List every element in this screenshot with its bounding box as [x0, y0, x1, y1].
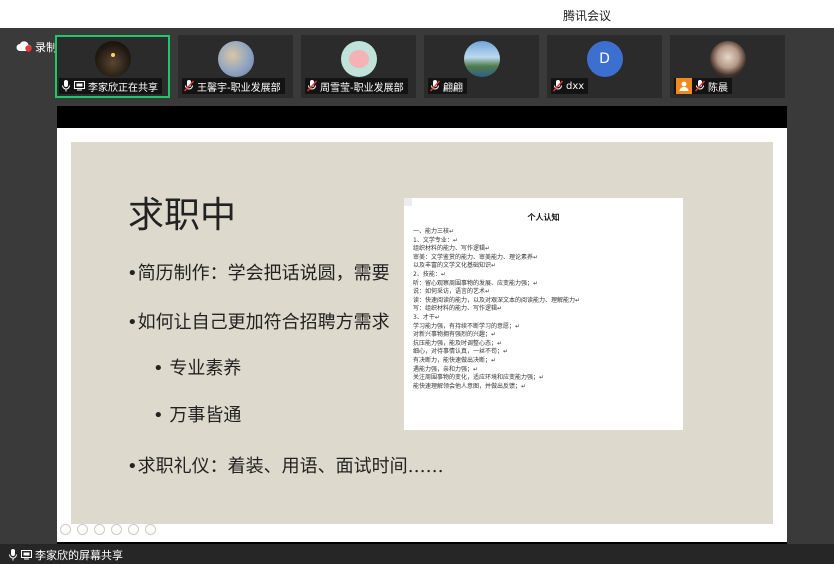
document-title: 个人认知 — [527, 213, 560, 222]
participant-nameplate: 李家欣正在共享 — [59, 78, 162, 94]
participant-tile-4[interactable]: 翩翩 — [424, 35, 539, 98]
document-line: 一、能力三核↵ — [413, 228, 455, 235]
document-corner — [404, 198, 412, 206]
avatar — [94, 41, 131, 77]
document-line: 组织材料的能力、写作逻辑↵ — [413, 245, 491, 253]
avatar — [217, 41, 254, 77]
mic-muted-icon — [695, 80, 705, 92]
participant-name: 李家欣正在共享 — [88, 82, 158, 94]
mic-muted-icon — [307, 80, 317, 92]
slideshow-controls — [60, 524, 156, 535]
document-line: 细心，对待事情认真，一丝不苟；↵ — [413, 348, 509, 356]
status-bar: 李家欣的屏幕共享 — [0, 544, 834, 564]
participant-tile-6[interactable]: 陈晨 — [670, 35, 785, 98]
document-line: 1、文学专业：↵ — [413, 236, 458, 244]
avatar-initial: D — [599, 51, 610, 67]
app-title: 腾讯会议 — [563, 9, 612, 23]
more-icon[interactable] — [145, 524, 156, 535]
next-slide-icon[interactable] — [77, 524, 88, 535]
participant-name: 陈晨 — [708, 82, 728, 94]
slide-bullet: •求职礼仪：着装、用语、面试时间…… — [127, 456, 444, 477]
mic-muted-icon — [430, 80, 440, 92]
screen-share-icon — [74, 81, 85, 91]
document-line: 以及丰富的文学文化基础知识↵ — [413, 262, 497, 270]
mic-muted-icon — [184, 80, 194, 92]
avatar: D — [586, 41, 623, 77]
participant-name: 王馨宇-职业发展部 — [197, 82, 281, 94]
avatar — [463, 41, 500, 77]
participant-nameplate: 周雪莹-职业发展部 — [305, 78, 408, 94]
participant-tile-5[interactable]: D dxx — [547, 35, 662, 98]
document-line: 关注周围事物的变化，适应环境和应变能力强；↵ — [413, 374, 545, 382]
participant-tile-1[interactable]: 李家欣正在共享 — [55, 35, 170, 98]
participant-nameplate: 陈晨 — [674, 78, 732, 94]
slides-icon[interactable] — [111, 524, 122, 535]
participant-nameplate: dxx — [551, 78, 589, 94]
document-line: 对新兴事物拥有强烈的兴趣；↵ — [413, 331, 497, 339]
document-line: 学习能力强，有持续不断学习的意愿；↵ — [413, 322, 521, 330]
document-line: 2、技能：↵ — [413, 270, 446, 278]
participant-name: 周雪莹-职业发展部 — [320, 82, 404, 94]
participant-name: dxx — [566, 80, 585, 92]
title-bar: 腾讯会议 — [0, 0, 834, 28]
mic-icon — [62, 80, 70, 92]
share-status-label: 李家欣的屏幕共享 — [35, 549, 123, 562]
user-icon — [676, 78, 692, 94]
document-line: 听：留心观察周围事物的发展、应变能力强；↵ — [413, 279, 539, 287]
cloud-record-icon — [16, 40, 32, 54]
document-line: 说：如何采访，语言的艺术↵ — [413, 288, 491, 296]
slide-sub-bullet: • 专业素养 — [153, 358, 242, 379]
pen-icon[interactable] — [94, 524, 105, 535]
document-line: 有决断力，能快速做出决断；↵ — [413, 356, 497, 364]
participant-tile-2[interactable]: 王馨宇-职业发展部 — [178, 35, 293, 98]
screen-share-icon — [21, 550, 32, 560]
document-line: 3、才干↵ — [413, 313, 440, 321]
avatar — [709, 41, 746, 77]
slide-bullet: •简历制作：学会把话说圆，需要 — [127, 263, 390, 284]
slide-sub-bullet: • 万事皆通 — [153, 405, 242, 426]
share-status: 李家欣的屏幕共享 — [8, 547, 123, 563]
mic-muted-icon — [553, 80, 563, 92]
participant-nameplate: 王馨宇-职业发展部 — [182, 78, 285, 94]
avatar — [340, 41, 377, 77]
participant-name: 翩翩 — [443, 82, 463, 94]
document-line: 能快速理解领会他人意图，并做出反馈；↵ — [413, 382, 527, 390]
zoom-icon[interactable] — [128, 524, 139, 535]
slide-title: 求职中 — [128, 195, 237, 236]
slide-bullet: •如何让自己更加符合招聘方需求 — [127, 312, 390, 333]
document-line: 遇能力强，亲和力强；↵ — [413, 365, 479, 373]
document-line: 写：组织材料的能力、写作逻辑↵ — [413, 305, 503, 313]
mic-icon — [9, 549, 17, 561]
document-body: 一、能力三核↵ 1、文学专业：↵ 组织材料的能力、写作逻辑↵ 审美：文学鉴赏的能力、审… — [413, 228, 580, 391]
participant-nameplate: 翩翩 — [428, 78, 467, 94]
participant-tile-3[interactable]: 周雪莹-职业发展部 — [301, 35, 416, 98]
prev-slide-icon[interactable] — [60, 524, 71, 535]
embedded-document: 个人认知 一、能力三核↵ 1、文学专业：↵ 组织材料的能力、写作逻辑↵ 审美：文学鉴赏… — [404, 198, 683, 430]
